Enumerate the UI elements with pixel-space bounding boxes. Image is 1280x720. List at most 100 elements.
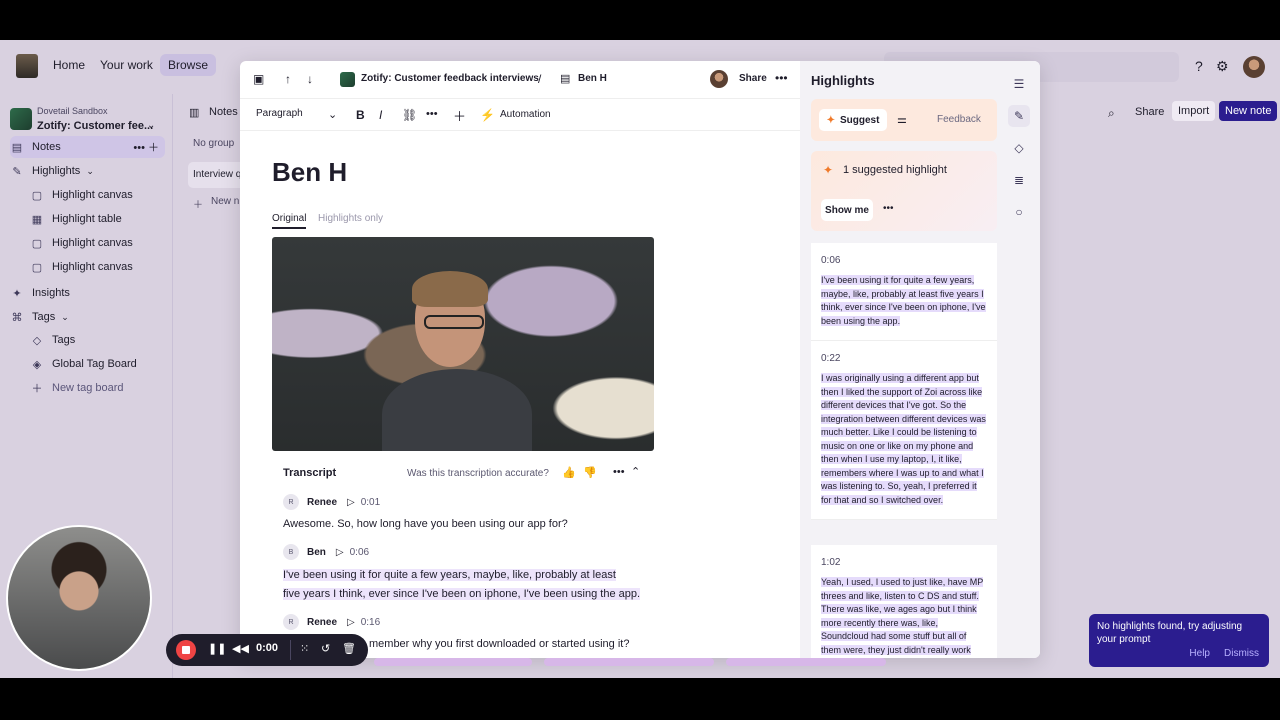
sidebar-item-highlight-canvas[interactable]: ▢ Highlight canvas (30, 184, 165, 206)
highlighter-icon[interactable]: ✎ (1008, 105, 1030, 127)
help-icon[interactable]: ? (1195, 58, 1203, 74)
chevron-up-icon[interactable]: ⌃ (631, 465, 640, 478)
notes-header: Notes (209, 106, 238, 118)
pause-icon[interactable]: ❚❚ (208, 642, 226, 655)
more-icon[interactable]: ••• (883, 203, 894, 214)
play-icon[interactable]: ▷ (347, 497, 355, 508)
note-card[interactable]: Interview q (188, 162, 248, 188)
timestamp[interactable]: 0:06 (350, 547, 369, 558)
comment-icon[interactable]: ○ (1008, 201, 1030, 223)
link-icon[interactable]: ⛓ (402, 108, 417, 122)
highlight-card[interactable]: 0:06 I've been using it for quite a few … (811, 243, 997, 341)
toast-dismiss-link[interactable]: Dismiss (1224, 647, 1259, 660)
automation-button[interactable]: Automation (500, 109, 551, 120)
highlighted-text[interactable]: five years I think, ever since I've been… (283, 588, 641, 600)
more-icon[interactable]: ••• (613, 466, 625, 478)
stop-recording-button[interactable] (176, 640, 196, 660)
app-logo[interactable] (16, 54, 38, 78)
sidebar-item-highlight-table[interactable]: ▦ Highlight table (30, 208, 165, 230)
sidebar-item-new-tag-board[interactable]: ＋ New tag board (30, 377, 165, 399)
webcam-preview[interactable] (6, 525, 152, 671)
highlight-time: 0:06 (821, 255, 841, 266)
sidebar-toggle-icon[interactable]: ▣ (253, 72, 264, 86)
import-button[interactable]: Import (1172, 101, 1216, 121)
toast-help-link[interactable]: Help (1189, 647, 1210, 660)
project-logo (340, 72, 355, 87)
highlight-text: Yeah, I used, I used to just like, have … (821, 576, 987, 657)
recording-controls: ❚❚ ◀◀ 0:00 ⁙ ↺ 🗑 (166, 634, 368, 666)
transcript-line[interactable]: member why you first downloaded or start… (369, 635, 739, 654)
sidebar-item-global-tag-board[interactable]: ◈ Global Tag Board (30, 353, 165, 375)
nav-your-work[interactable]: Your work (100, 58, 153, 72)
chevron-down-icon[interactable]: ⌄ (328, 108, 337, 121)
sidebar-item-tags[interactable]: ⌘ Tags ⌄ (10, 306, 165, 328)
page-title[interactable]: Ben H (272, 157, 347, 188)
new-note-button[interactable]: New note (1219, 101, 1278, 121)
highlights-panel: Highlights ✦ Suggest ⚌ Feedback ✦ 1 sugge… (800, 61, 1040, 658)
speaker-avatar: B (283, 544, 299, 560)
user-avatar[interactable] (1243, 56, 1265, 78)
tab-original[interactable]: Original (272, 213, 307, 229)
workspace-switcher[interactable]: Dovetail Sandbox Zotify: Customer fee...… (10, 102, 165, 138)
rewind-icon[interactable]: ◀◀ (232, 642, 249, 655)
thumbs-up-icon[interactable]: 👍 (562, 466, 576, 479)
timestamp[interactable]: 0:16 (361, 617, 380, 628)
sidebar-item-highlights[interactable]: ✎ Highlights ⌄ (10, 160, 165, 182)
outline-icon[interactable]: ≣ (1008, 169, 1030, 191)
plus-icon: ＋ (31, 383, 43, 395)
speaker-row: R Renee ▷ 0:16 (283, 613, 380, 631)
sidebar-item-highlight-canvas[interactable]: ▢ Highlight canvas (30, 256, 165, 278)
play-icon[interactable]: ▷ (336, 547, 344, 558)
transcript-line[interactable]: Awesome. So, how long have you been usin… (283, 515, 653, 534)
video-player[interactable] (272, 237, 654, 451)
play-icon[interactable]: ▷ (347, 617, 355, 628)
share-button[interactable]: Share (739, 73, 767, 84)
nav-browse[interactable]: Browse (160, 54, 217, 76)
grid-icon[interactable]: ⁙ (300, 642, 309, 655)
collaborator-avatar[interactable] (710, 70, 728, 88)
lightning-icon[interactable]: ⚡ (480, 108, 495, 122)
plus-icon[interactable]: ＋ (453, 106, 466, 125)
breadcrumb-note[interactable]: Ben H (578, 73, 607, 84)
arrow-down-icon[interactable]: ↓ (307, 72, 313, 86)
sliders-icon[interactable]: ⚌ (897, 113, 907, 126)
italic-icon[interactable]: I (379, 108, 382, 122)
more-icon[interactable]: ••• ＋ (133, 139, 159, 155)
highlight-card[interactable]: 1:02 Yeah, I used, I used to just like, … (811, 545, 997, 658)
paragraph-select[interactable]: Paragraph (256, 108, 303, 119)
suggest-button[interactable]: ✦ Suggest (819, 109, 887, 131)
interviewee-video-frame (382, 271, 532, 451)
more-icon[interactable]: ••• (775, 71, 788, 85)
highlighted-text[interactable]: I've been using it for quite a few years… (283, 569, 616, 581)
tab-highlights-only[interactable]: Highlights only (318, 213, 383, 224)
feedback-button[interactable]: Feedback (937, 114, 981, 125)
highlight-card[interactable]: 0:22 I was originally using a different … (811, 341, 997, 520)
arrow-up-icon[interactable]: ↑ (285, 72, 291, 86)
modal-header: ▣ ↑ ↓ Zotify: Customer feedback intervie… (240, 61, 800, 99)
trash-icon[interactable]: 🗑 (342, 642, 356, 655)
share-button-bg[interactable]: Share (1135, 106, 1164, 118)
sidebar-item-highlight-canvas[interactable]: ▢ Highlight canvas (30, 232, 165, 254)
restart-icon[interactable]: ↺ (321, 642, 330, 655)
sidebar-item-tags-sub[interactable]: ◇ Tags (30, 329, 165, 351)
tag-icon[interactable]: ◇ (1008, 137, 1030, 159)
bold-icon[interactable]: B (356, 108, 365, 122)
transcript-line-highlighted[interactable]: I've been using it for quite a few years… (283, 566, 653, 585)
sidebar-item-insights[interactable]: ✦ Insights (10, 282, 165, 304)
nav-home[interactable]: Home (53, 58, 85, 72)
new-note-link[interactable]: New n (211, 196, 239, 207)
more-icon[interactable]: ••• (426, 108, 438, 120)
list-icon[interactable]: ☰ (1008, 73, 1030, 95)
gear-icon[interactable]: ⚙ (1216, 58, 1229, 75)
highlight-time: 0:22 (821, 353, 841, 364)
show-me-button[interactable]: Show me (821, 199, 873, 221)
breadcrumb-project[interactable]: Zotify: Customer feedback interviews (361, 73, 539, 84)
transcript-label: Transcript (283, 467, 337, 479)
thumbs-down-icon[interactable]: 👎 (583, 466, 597, 479)
transcript-line-highlighted[interactable]: five years I think, ever since I've been… (283, 585, 653, 604)
sidebar-item-notes[interactable]: ▤ Notes ••• ＋ (10, 136, 165, 158)
timestamp[interactable]: 0:01 (361, 497, 380, 508)
breadcrumb-separator: / (538, 72, 542, 86)
search-icon[interactable]: ⌕ (1108, 106, 1115, 121)
plus-icon[interactable]: ＋ (193, 196, 203, 211)
